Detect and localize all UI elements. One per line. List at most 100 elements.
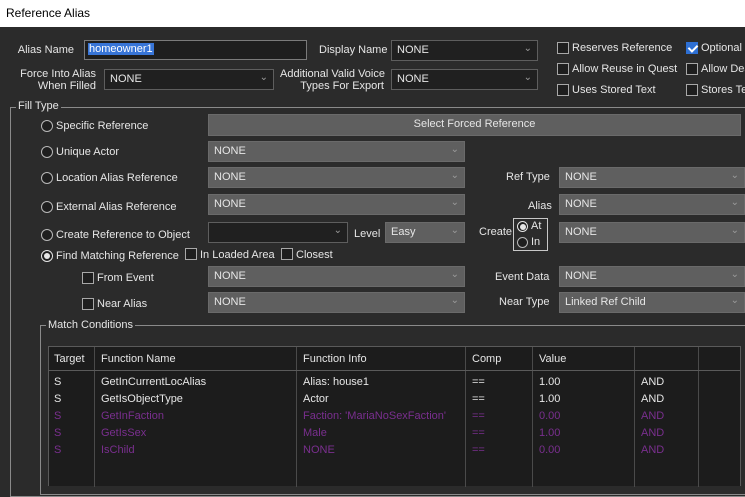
cell-op: AND [641,444,665,456]
near-alias-select[interactable]: NONE ⌄ [208,292,465,313]
cell-op: AND [641,427,665,439]
chevron-down-icon: ⌄ [450,269,459,280]
create-at-radio[interactable] [517,221,528,232]
alias-name-value: homeowner1 [88,43,154,55]
display-name-select[interactable]: NONE ⌄ [391,40,538,61]
ref-type-select[interactable]: NONE ⌄ [559,167,745,188]
from-event-label: From Event [97,272,154,284]
chevron-down-icon: ⌄ [259,72,268,83]
create-object-select[interactable]: ⌄ [208,222,348,243]
level-label: Level [354,228,381,240]
alias-label: Alias [528,200,552,212]
cell-value: 0.00 [539,410,561,422]
create-label: Create [479,226,513,238]
chevron-down-icon: ⌄ [450,295,459,306]
table-row[interactable]: S GetIsObjectType Actor == 1.00 AND [49,391,740,408]
force-into-alias-value: NONE [110,73,142,85]
unique-actor-radio[interactable] [41,146,53,158]
table-row[interactable]: S IsChild NONE == 0.00 AND [49,442,740,459]
ref-type-value: NONE [565,171,597,183]
window-title: Reference Alias [0,0,745,27]
event-data-select[interactable]: NONE ⌄ [559,266,745,287]
column-header-function-name[interactable]: Function Name [101,353,176,365]
uses-stored-text-checkbox[interactable] [557,84,569,96]
near-alias-checkbox[interactable] [82,298,94,310]
chevron-down-icon: ⌄ [523,72,532,83]
table-row[interactable]: S GetInCurrentLocAlias Alias: house1 == 1.00… [49,374,740,391]
find-matching-radio[interactable] [41,250,53,262]
column-header-value[interactable]: Value [539,353,566,365]
optional-checkbox[interactable] [686,42,698,54]
external-alias-label: External Alias Reference [56,201,177,213]
conditions-table[interactable]: Target Function Name Function Info Comp … [48,346,741,487]
location-alias-select[interactable]: NONE ⌄ [208,167,465,188]
force-into-alias-label-1: Force Into Alias [20,68,96,80]
from-event-checkbox[interactable] [82,272,94,284]
display-name-value: NONE [397,44,429,56]
column-header-function-info[interactable]: Function Info [303,353,367,365]
cell-function-name: GetIsSex [101,427,147,439]
alias-name-input[interactable]: homeowner1 [84,40,307,60]
cell-function-info: NONE [303,444,335,456]
create-value: NONE [565,226,597,238]
reserves-reference-label: Reserves Reference [572,42,673,54]
near-type-label: Near Type [499,296,550,308]
force-into-alias-select[interactable]: NONE ⌄ [104,69,274,90]
table-row[interactable]: S GetInFaction Faction: 'MariaNoSexFaction… [49,408,740,425]
cell-target: S [54,444,62,456]
chevron-down-icon: ⌄ [333,225,342,236]
unique-actor-value: NONE [214,145,246,157]
cell-op: AND [641,376,665,388]
cell-target: S [54,376,62,388]
cell-comp: == [472,427,485,439]
voice-types-value: NONE [397,73,429,85]
column-header-target[interactable]: Target [54,353,85,365]
near-alias-label: Near Alias [97,298,148,310]
location-alias-label: Location Alias Reference [56,172,178,184]
cell-target: S [54,393,62,405]
unique-actor-select[interactable]: NONE ⌄ [208,141,465,162]
allow-reuse-checkbox[interactable] [557,63,569,75]
level-value: Easy [391,226,416,238]
column-header-comp[interactable]: Comp [472,353,501,365]
stores-text-checkbox[interactable] [686,84,698,96]
create-reference-radio[interactable] [41,229,53,241]
select-forced-reference-button[interactable]: Select Forced Reference [208,114,741,136]
alias-select[interactable]: NONE ⌄ [559,194,745,215]
cell-function-info: Faction: 'MariaNoSexFaction' [303,410,446,422]
table-row[interactable]: S GetIsSex Male == 1.00 AND [49,425,740,442]
alias-name-label: Alias Name [17,44,74,56]
external-alias-select[interactable]: NONE ⌄ [208,194,465,215]
create-select[interactable]: NONE ⌄ [559,222,745,243]
external-alias-radio[interactable] [41,201,53,213]
create-in-radio[interactable] [517,237,528,248]
fill-type-caption: Fill Type [16,100,61,112]
cell-target: S [54,410,62,422]
in-loaded-area-checkbox[interactable] [185,248,197,260]
table-header: Target Function Name Function Info Comp … [49,347,740,371]
voice-types-label-1: Additional Valid Voice [280,68,385,80]
cell-function-name: GetIsObjectType [101,393,183,405]
closest-label: Closest [296,249,333,261]
location-alias-value: NONE [214,171,246,183]
chevron-down-icon: ⌄ [730,197,739,208]
cell-value: 1.00 [539,393,561,405]
cell-function-name: GetInFaction [101,410,164,422]
cell-value: 0.00 [539,444,561,456]
near-type-select[interactable]: Linked Ref Child ⌄ [559,292,745,313]
location-alias-radio[interactable] [41,172,53,184]
reserves-reference-checkbox[interactable] [557,42,569,54]
event-data-label: Event Data [495,271,550,283]
specific-reference-radio[interactable] [41,120,53,132]
near-alias-value: NONE [214,296,246,308]
create-in-label: In [531,236,541,248]
find-matching-label: Find Matching Reference [56,250,179,262]
voice-types-select[interactable]: NONE ⌄ [391,69,538,90]
chevron-down-icon: ⌄ [450,197,459,208]
level-select[interactable]: Easy ⌄ [385,222,465,243]
closest-checkbox[interactable] [281,248,293,260]
allow-dead-checkbox[interactable] [686,63,698,75]
from-event-select[interactable]: NONE ⌄ [208,266,465,287]
cell-comp: == [472,393,485,405]
optional-label: Optional [701,42,742,54]
